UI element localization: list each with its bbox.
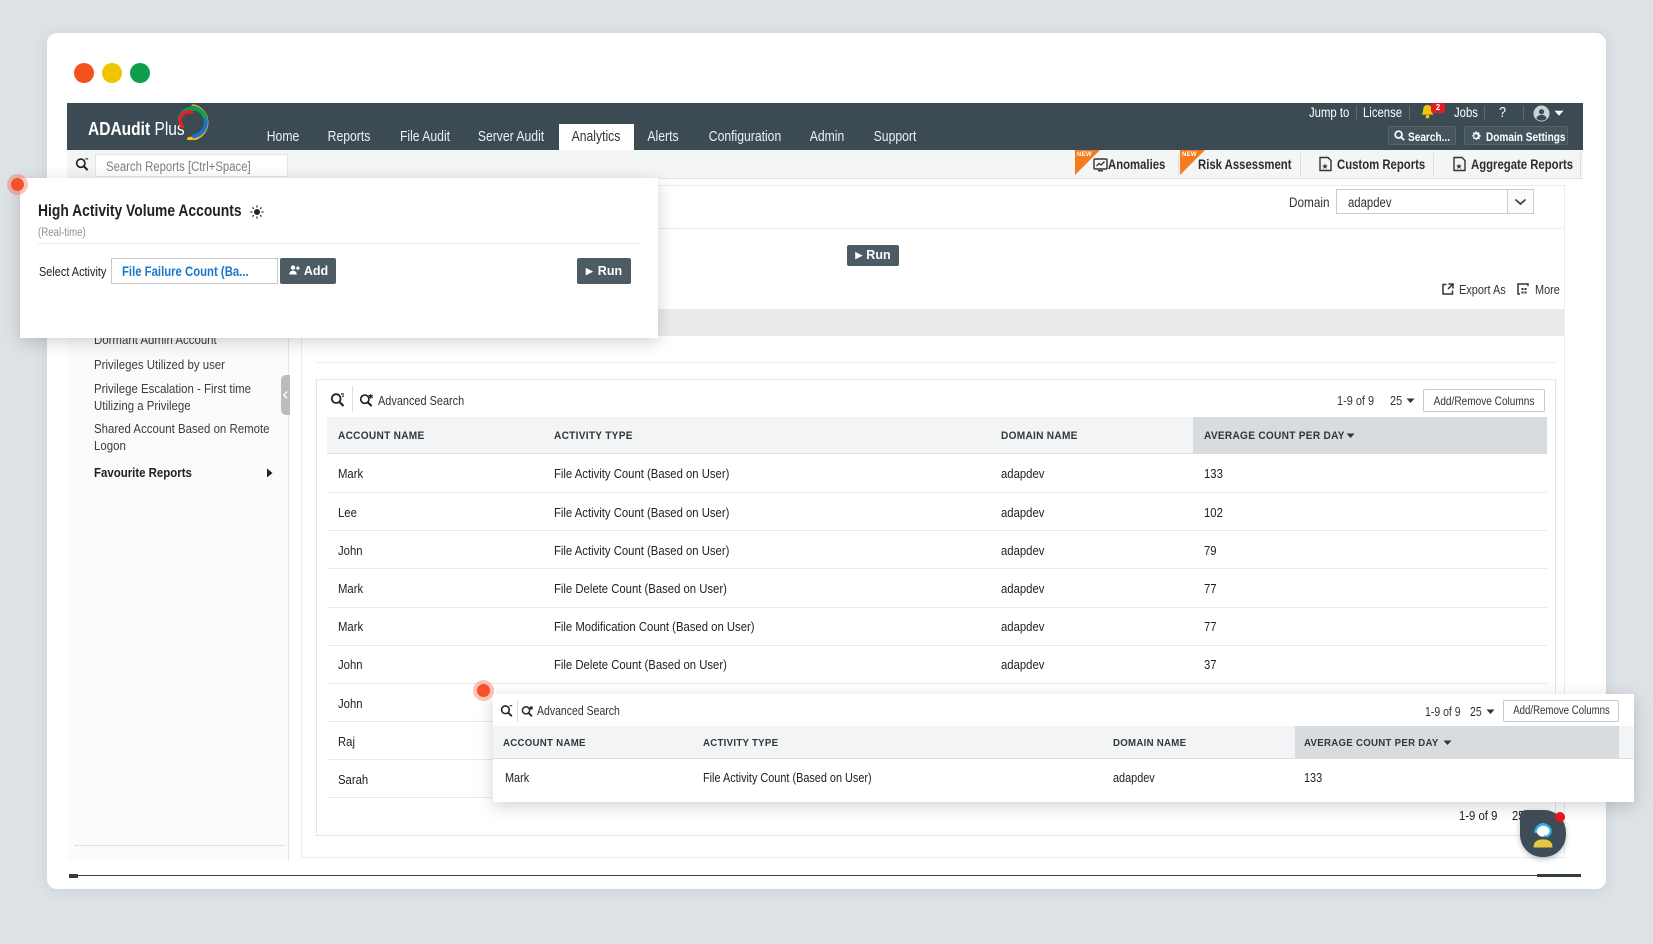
svg-text:★: ★ bbox=[1321, 162, 1328, 171]
svg-text:★: ★ bbox=[1455, 162, 1462, 171]
